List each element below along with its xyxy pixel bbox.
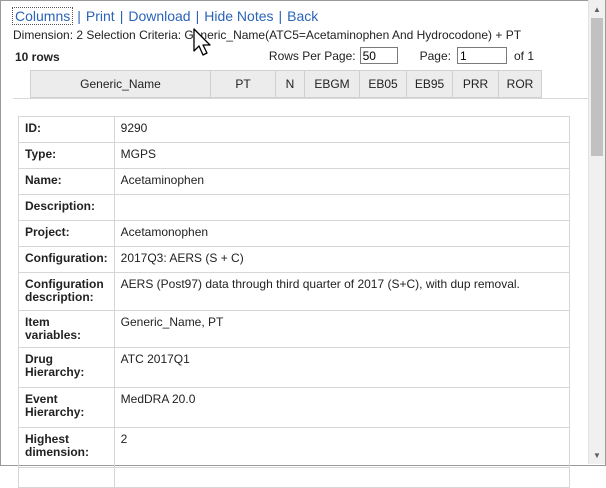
rows-count: 10 rows <box>15 50 60 64</box>
detail-label: Description: <box>18 194 115 221</box>
table-row: Drug Hierarchy: ATC 2017Q1 <box>18 347 571 388</box>
hide-notes-link[interactable]: Hide Notes <box>204 8 273 24</box>
detail-label: Configuration: <box>18 246 115 273</box>
notes-table: ID: 9290 Type: MGPS Name: Acetaminophen Des… <box>18 116 571 488</box>
column-header-generic-name[interactable]: Generic_Name <box>31 71 211 97</box>
pager: Rows Per Page: Page: of 1 <box>269 47 534 64</box>
table-row: Highest dimension: 2 <box>18 427 571 468</box>
detail-value: 2017Q3: AERS (S + C) <box>113 246 571 273</box>
table-row: Name: Acetaminophen <box>18 168 571 195</box>
mouse-pointer-icon <box>193 28 211 56</box>
detail-label: Event Hierarchy: <box>18 387 115 428</box>
column-header-eb95[interactable]: EB95 <box>407 71 453 97</box>
scroll-down-icon[interactable]: ▼ <box>589 447 605 463</box>
table-row: Configuration description: AERS (Post97) … <box>18 272 571 311</box>
detail-label: Highest dimension: <box>18 427 115 468</box>
detail-value <box>113 467 571 488</box>
detail-value: 2 <box>113 427 571 468</box>
detail-label: Type: <box>18 142 115 169</box>
detail-label: Project: <box>18 220 115 247</box>
columns-link[interactable]: Columns <box>11 7 74 25</box>
detail-label: Name: <box>18 168 115 195</box>
rows-per-page-input[interactable] <box>359 47 398 64</box>
table-row: Event Hierarchy: MedDRA 20.0 <box>18 387 571 428</box>
column-header-pt[interactable]: PT <box>211 71 276 97</box>
separator: | <box>195 8 200 24</box>
print-link[interactable]: Print <box>86 8 115 24</box>
separator: | <box>278 8 283 24</box>
detail-label: Item variables: <box>18 310 115 348</box>
detail-label <box>18 467 115 488</box>
column-header-eb05[interactable]: EB05 <box>360 71 407 97</box>
detail-label: Configuration description: <box>18 272 115 311</box>
page-of-label: of 1 <box>513 48 534 63</box>
table-row: Type: MGPS <box>18 142 571 169</box>
column-header-ror[interactable]: ROR <box>499 71 541 97</box>
detail-value: Acetaminophen <box>113 168 571 195</box>
detail-label: Drug Hierarchy: <box>18 347 115 388</box>
divider <box>13 98 588 99</box>
table-row: Item variables: Generic_Name, PT <box>18 310 571 348</box>
detail-value: MedDRA 20.0 <box>113 387 571 428</box>
page-label: Page: <box>419 48 451 63</box>
detail-value: AERS (Post97) data through third quarter… <box>113 272 571 311</box>
separator: | <box>77 8 81 24</box>
table-row: Description: <box>18 194 571 221</box>
table-row: Project: Acetamonophen <box>18 220 571 247</box>
table-row: Configuration: 2017Q3: AERS (S + C) <box>18 246 571 273</box>
table-row: ID: 9290 <box>18 116 571 143</box>
detail-value: Acetamonophen <box>113 220 571 247</box>
selection-criteria: Dimension: 2 Selection Criteria: Generic… <box>13 28 522 42</box>
detail-value: MGPS <box>113 142 571 169</box>
table-row <box>18 467 571 488</box>
column-header-prr[interactable]: PRR <box>453 71 499 97</box>
detail-value <box>113 194 571 221</box>
page-input[interactable] <box>456 47 507 64</box>
rows-per-page-label: Rows Per Page: <box>268 48 356 63</box>
column-header-n[interactable]: N <box>276 71 305 97</box>
back-link[interactable]: Back <box>287 8 318 24</box>
results-table-header: Generic_Name PT N EBGM EB05 EB95 PRR ROR <box>30 70 542 98</box>
detail-label: ID: <box>18 116 115 143</box>
scroll-up-icon[interactable]: ▲ <box>589 1 605 17</box>
column-header-ebgm[interactable]: EBGM <box>305 71 360 97</box>
download-link[interactable]: Download <box>128 8 190 24</box>
vertical-scrollbar[interactable]: ▲ ▼ <box>588 0 605 464</box>
detail-value: 9290 <box>113 116 571 143</box>
detail-value: ATC 2017Q1 <box>113 347 571 388</box>
scrollbar-thumb[interactable] <box>591 18 603 156</box>
separator: | <box>119 8 124 24</box>
detail-value: Generic_Name, PT <box>113 310 571 348</box>
toolbar: Columns | Print | Download | Hide Notes | Back <box>11 7 318 25</box>
